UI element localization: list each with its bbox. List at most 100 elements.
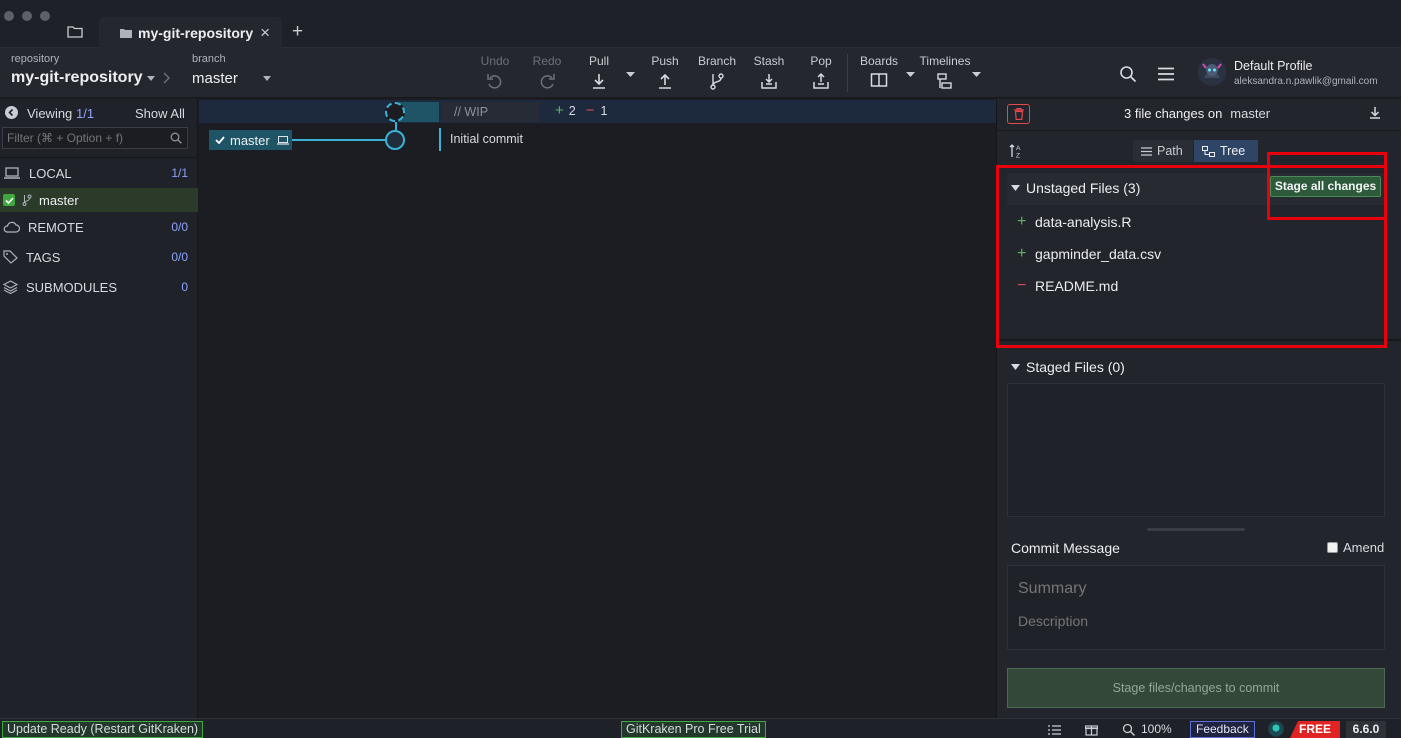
pull-options-chevron-icon[interactable]: [626, 72, 635, 77]
show-all-button[interactable]: Show All: [135, 106, 185, 121]
commit-button[interactable]: Stage files/changes to commit: [1007, 668, 1385, 708]
pop-button[interactable]: Pop: [799, 54, 843, 96]
amend-toggle[interactable]: Amend: [1327, 540, 1384, 555]
unstaged-file-row[interactable]: + gapminder_data.csv: [1017, 244, 1161, 264]
branch-icon: [22, 194, 32, 206]
amend-checkbox[interactable]: [1327, 542, 1338, 553]
file-changes-text: 3 file changes on: [1124, 106, 1223, 121]
section-local-count: 1/1: [171, 166, 188, 180]
pro-trial-button[interactable]: GitKraken Pro Free Trial: [621, 721, 766, 738]
section-tags[interactable]: TAGS 0/0: [0, 242, 198, 272]
file-added-icon: +: [1017, 213, 1027, 230]
profile-name[interactable]: Default Profile: [1234, 59, 1313, 73]
timelines-icon: [936, 72, 954, 90]
repository-selector[interactable]: my-git-repository: [11, 69, 170, 87]
file-added-icon: +: [1017, 245, 1027, 262]
removed-icon: −: [585, 102, 595, 119]
unstaged-file-row[interactable]: − README.md: [1017, 276, 1118, 296]
unstaged-file-row[interactable]: + data-analysis.R: [1017, 212, 1132, 232]
folder-icon[interactable]: [67, 25, 83, 38]
viewing-count: 1/1: [76, 106, 95, 121]
plan-badge[interactable]: FREE: [1290, 721, 1340, 738]
pop-icon: [812, 72, 830, 90]
file-changes-branch: master: [1230, 106, 1271, 121]
add-tab-icon[interactable]: +: [292, 21, 303, 43]
file-name: data-analysis.R: [1035, 214, 1132, 230]
boards-button[interactable]: Boards: [857, 54, 901, 96]
commit-marker: [439, 128, 441, 151]
undo-button[interactable]: Undo: [473, 54, 517, 96]
stash-button[interactable]: Stash: [747, 54, 791, 96]
undo-icon: [486, 72, 504, 90]
filter-box: [2, 127, 188, 149]
pull-button[interactable]: Pull: [577, 54, 621, 96]
undo-label: Undo: [480, 54, 510, 68]
staged-section-toggle[interactable]: Staged Files (0): [1011, 359, 1125, 375]
timelines-button[interactable]: Timelines: [918, 54, 972, 96]
update-ready-button[interactable]: Update Ready (Restart GitKraken): [2, 721, 204, 738]
timelines-options-chevron-icon[interactable]: [972, 72, 981, 77]
branch-button[interactable]: Branch: [695, 54, 739, 96]
laptop-icon: [276, 135, 289, 145]
branch-selector[interactable]: master: [192, 70, 282, 87]
download-icon[interactable]: [1369, 106, 1381, 119]
window-close-dot[interactable]: [4, 11, 14, 21]
branch-connector-line: [292, 139, 386, 141]
profile-email: aleksandra.n.pawlik@gmail.com: [1234, 76, 1378, 87]
list-view-icon[interactable]: [1048, 725, 1061, 735]
back-arrow-icon: [5, 106, 18, 119]
tree-view-toggle[interactable]: Tree: [1194, 140, 1258, 162]
file-name: gapminder_data.csv: [1035, 246, 1162, 262]
section-tags-count: 0/0: [171, 250, 188, 264]
feedback-button[interactable]: Feedback: [1190, 721, 1255, 738]
sort-az-icon[interactable]: AZ: [1009, 143, 1025, 159]
wip-message-input[interactable]: // WIP: [442, 102, 539, 122]
zoom-control[interactable]: 100%: [1122, 722, 1172, 736]
pop-label: Pop: [810, 54, 832, 68]
unstaged-file-list: + data-analysis.R + gapminder_data.csv −…: [1007, 205, 1387, 337]
branch-tag-master[interactable]: master: [209, 130, 292, 150]
commit-node[interactable]: [385, 130, 405, 150]
redo-button[interactable]: Redo: [525, 54, 569, 96]
staged-file-list: [1007, 383, 1385, 517]
caret-down-icon: [1011, 364, 1020, 370]
redo-label: Redo: [532, 54, 562, 68]
discard-all-button[interactable]: [1007, 104, 1030, 124]
section-submodules[interactable]: SUBMODULES 0: [0, 272, 198, 302]
boards-options-chevron-icon[interactable]: [906, 72, 915, 77]
caret-down-icon: [1011, 185, 1020, 191]
description-input[interactable]: [1018, 611, 1368, 631]
stage-all-changes-button[interactable]: Stage all changes: [1270, 176, 1381, 197]
checkmark-icon: [215, 136, 225, 144]
laptop-icon: [4, 167, 20, 179]
resize-handle[interactable]: [1147, 528, 1245, 531]
section-local[interactable]: LOCAL 1/1: [0, 158, 198, 188]
push-button[interactable]: Push: [643, 54, 687, 96]
window-minimize-dot[interactable]: [22, 11, 32, 21]
local-branch-master[interactable]: master: [0, 188, 198, 212]
main-toolbar: repository my-git-repository branch mast…: [0, 48, 1401, 98]
unstaged-section-toggle[interactable]: Unstaged Files (3): [1011, 180, 1140, 196]
stash-icon: [760, 72, 778, 90]
window-zoom-dot[interactable]: [40, 11, 50, 21]
tab-close-icon[interactable]: ×: [260, 23, 270, 43]
collapse-panel-button[interactable]: [5, 106, 18, 119]
section-remote[interactable]: REMOTE 0/0: [0, 212, 198, 242]
summary-input[interactable]: [1018, 578, 1368, 600]
viewing-label: Viewing: [27, 106, 73, 121]
path-view-toggle[interactable]: Path: [1133, 140, 1193, 162]
menu-icon[interactable]: [1158, 67, 1174, 81]
profile-avatar[interactable]: [1198, 58, 1226, 86]
gift-icon[interactable]: [1085, 723, 1098, 736]
toolbar-divider: [847, 54, 848, 92]
commit-message[interactable]: Initial commit: [450, 132, 523, 146]
section-submodules-count: 0: [181, 280, 188, 294]
trash-icon: [1013, 108, 1024, 120]
filter-input[interactable]: [7, 130, 167, 146]
tab-my-git-repository[interactable]: my-git-repository ×: [99, 17, 282, 48]
push-icon: [656, 72, 674, 90]
pull-icon: [590, 72, 608, 90]
search-icon[interactable]: [1119, 65, 1137, 83]
boards-icon: [870, 72, 888, 88]
wip-node[interactable]: [385, 102, 405, 122]
